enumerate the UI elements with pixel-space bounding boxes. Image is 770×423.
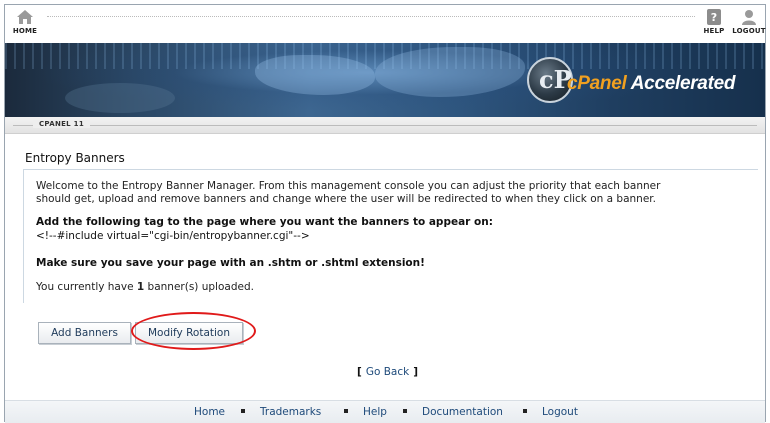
footer-link-logout[interactable]: Logout (542, 406, 578, 418)
include-tag-code: <!--#include virtual="cgi-bin/entropyban… (36, 230, 310, 242)
footer-link-help[interactable]: Help (363, 406, 387, 418)
footer-separator (403, 409, 407, 413)
banner-map-decoration (65, 83, 175, 113)
welcome-text: Welcome to the Entropy Banner Manager. F… (36, 180, 726, 206)
footer-separator (241, 409, 245, 413)
banner-map-decoration (375, 47, 525, 97)
brand-prefix: cPanel (567, 73, 627, 94)
welcome-line-2: should get, upload and remove banners an… (36, 193, 656, 205)
logout-nav-label: LOGOUT (732, 27, 766, 35)
home-nav-label: HOME (12, 27, 38, 35)
help-nav-label: HELP (703, 27, 725, 35)
go-back-link[interactable]: Go Back (362, 366, 413, 378)
version-bar-line (13, 125, 757, 126)
home-icon (17, 10, 33, 24)
tag-instruction: Add the following tag to the page where … (36, 216, 493, 228)
version-bar: CPANEL 11 (5, 117, 765, 134)
add-banners-button[interactable]: Add Banners (38, 322, 131, 344)
footer-link-documentation[interactable]: Documentation (422, 406, 503, 418)
count-prefix: You currently have (36, 281, 137, 293)
top-nav: HOME ? HELP LOGOUT (5, 5, 766, 43)
footer-separator (523, 409, 527, 413)
footer-separator (344, 409, 348, 413)
save-notice: Make sure you save your page with an .sh… (36, 257, 425, 269)
footer-link-trademarks[interactable]: Trademarks (260, 406, 321, 418)
header-banner: cP cPanel Accelerated (5, 43, 765, 117)
brand-text: cPanel Accelerated (567, 73, 735, 95)
logout-nav-button[interactable]: LOGOUT (729, 9, 769, 35)
count-suffix: banner(s) uploaded. (144, 281, 254, 293)
banner-count-text: You currently have 1 banner(s) uploaded. (36, 281, 254, 294)
svg-text:?: ? (711, 11, 717, 24)
home-nav-button[interactable]: HOME (5, 9, 45, 35)
go-back-bracket-close: ] (413, 366, 419, 378)
page-title: Entropy Banners (25, 151, 125, 165)
brand-suffix: Accelerated (630, 73, 736, 94)
banner-map-decoration (255, 55, 375, 95)
version-label: CPANEL 11 (33, 120, 91, 128)
go-back-container: [Go Back] (357, 366, 418, 378)
modify-rotation-button[interactable]: Modify Rotation (135, 322, 243, 344)
welcome-line-1: Welcome to the Entropy Banner Manager. F… (36, 180, 661, 192)
footer-link-home[interactable]: Home (194, 406, 225, 418)
footer-nav: Home Trademarks Help Documentation Logou… (5, 400, 765, 423)
help-nav-button[interactable]: ? HELP (694, 9, 734, 35)
user-logout-icon (742, 10, 756, 25)
cpanel-brand: cP cPanel Accelerated (527, 57, 747, 103)
nav-divider (47, 16, 695, 17)
help-icon: ? (707, 9, 721, 25)
